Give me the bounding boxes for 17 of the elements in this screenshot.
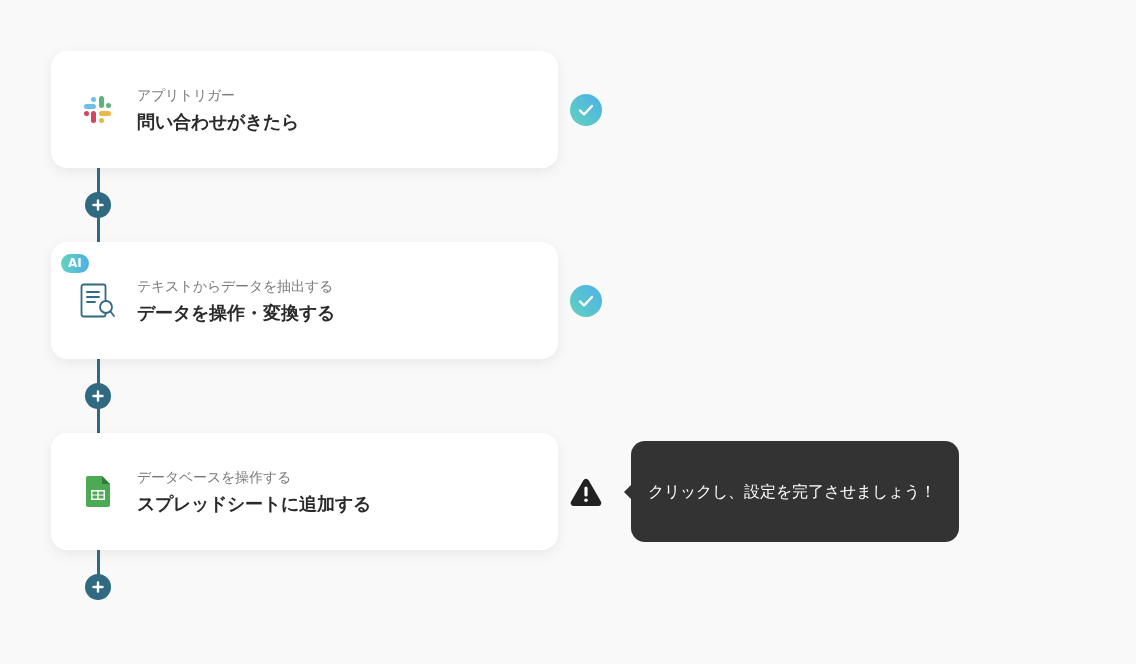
ai-badge: AI bbox=[61, 254, 89, 273]
step-title: 問い合わせがきたら bbox=[137, 109, 299, 134]
add-step-button[interactable] bbox=[85, 192, 111, 218]
document-search-icon bbox=[80, 282, 116, 319]
step-category: データベースを操作する bbox=[137, 467, 292, 487]
slack-logo-icon bbox=[83, 94, 113, 125]
step-category: アプリトリガー bbox=[137, 85, 236, 105]
spreadsheet-icon bbox=[86, 476, 110, 507]
step-card[interactable]: データベースを操作する スプレッドシートに追加する bbox=[51, 433, 558, 550]
step-title: スプレッドシートに追加する bbox=[137, 491, 371, 516]
step-card[interactable]: アプリトリガー 問い合わせがきたら bbox=[51, 51, 558, 168]
add-step-button[interactable] bbox=[85, 383, 111, 409]
step-category: テキストからデータを抽出する bbox=[137, 276, 334, 296]
add-step-button[interactable] bbox=[85, 574, 111, 600]
step-title: データを操作・変換する bbox=[137, 300, 335, 325]
tooltip: クリックし、設定を完了させましょう！ bbox=[624, 441, 959, 542]
step-card[interactable]: AI テキストからデータを抽出する データを操作・変換する bbox=[51, 242, 558, 359]
